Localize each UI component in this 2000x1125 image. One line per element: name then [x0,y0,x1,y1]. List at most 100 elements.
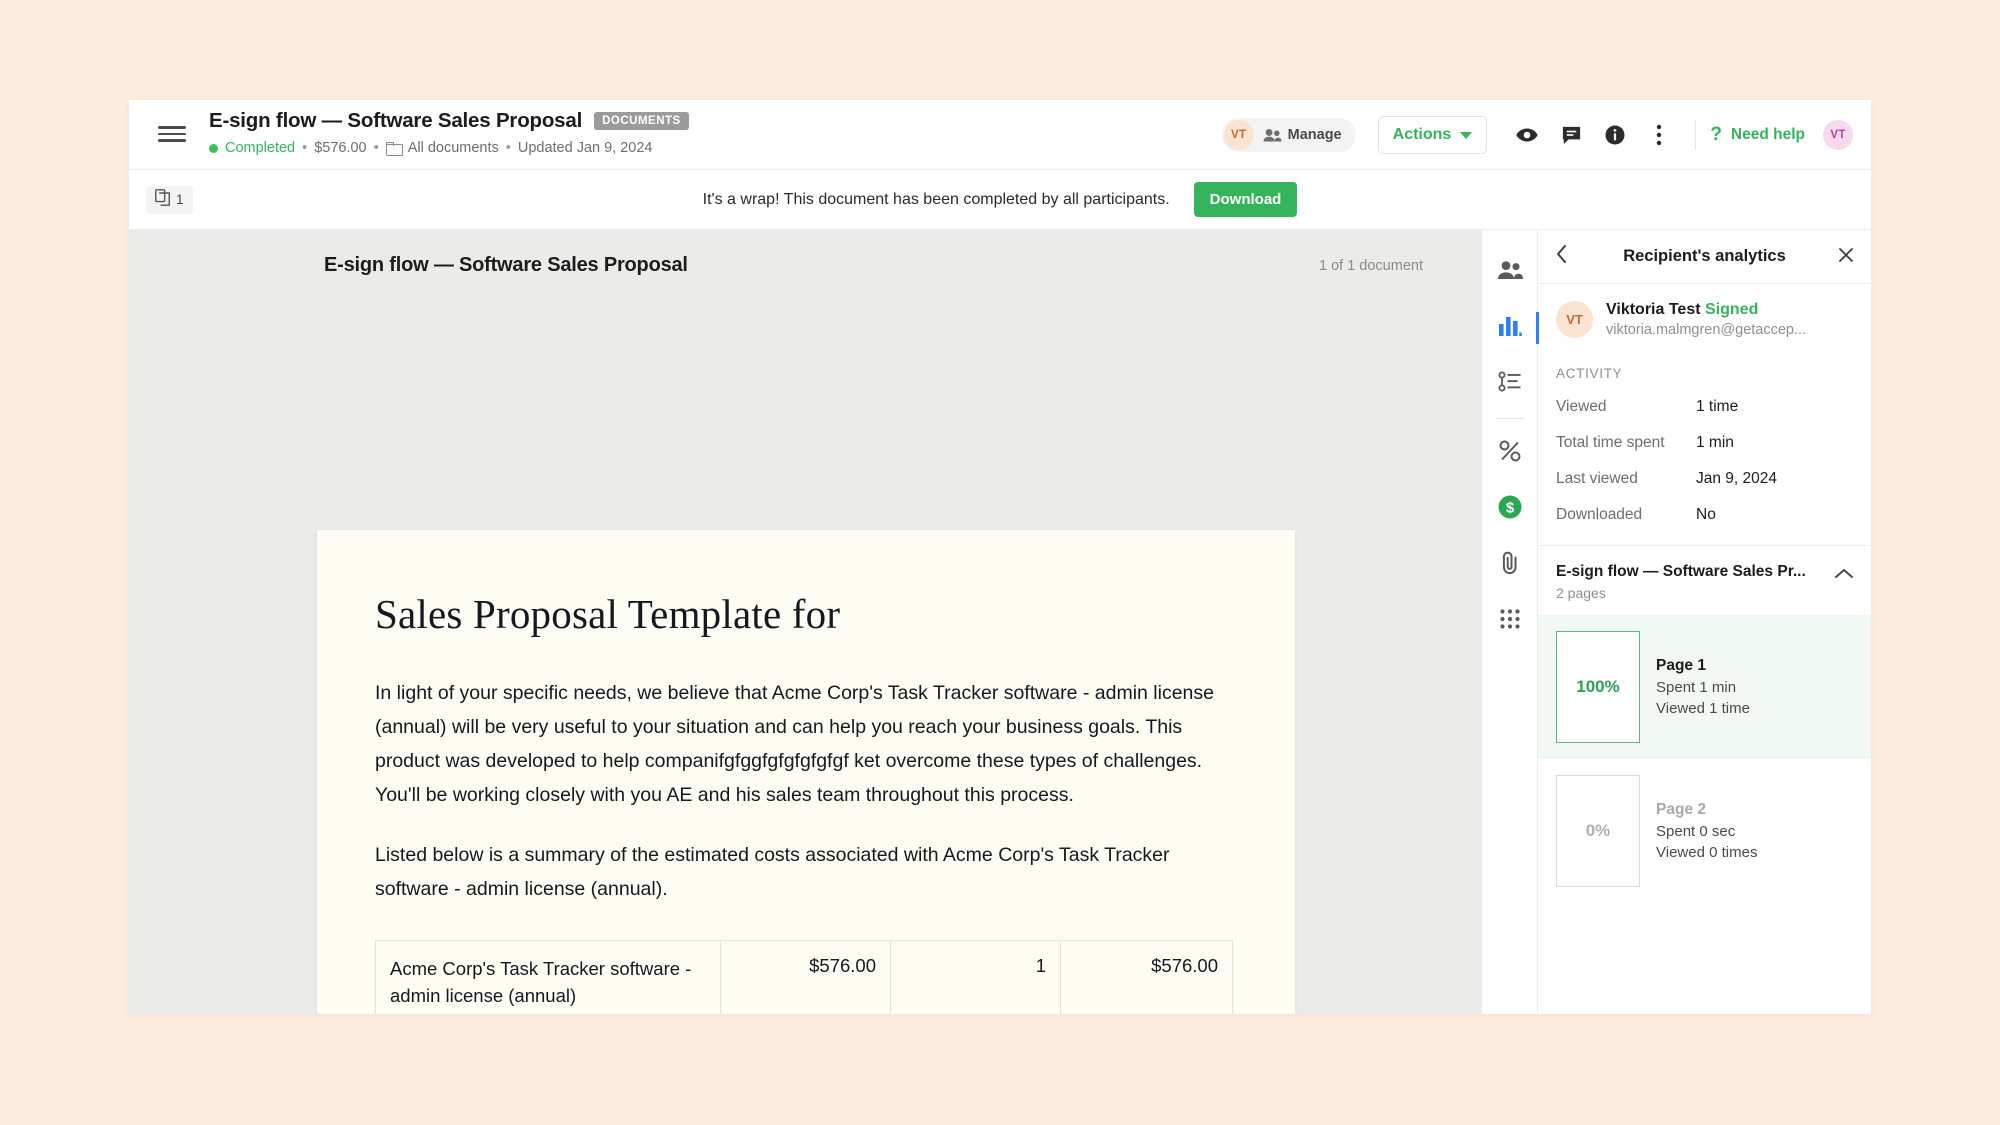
viewer-document-title: E-sign flow — Software Sales Proposal [324,254,688,276]
activity-value: 1 min [1696,434,1734,451]
activity-value: Jan 9, 2024 [1696,470,1778,487]
recipient-name-row: Viktoria Test Signed [1606,301,1806,319]
page-thumbnail: 100% [1556,631,1640,743]
need-help-label: Need help [1730,126,1805,143]
activity-row-downloaded: Downloaded No [1538,497,1871,533]
document-type-badge: DOCUMENTS [594,112,689,130]
percent-icon [1498,439,1522,468]
chevron-down-icon [1460,131,1473,139]
activity-label: Downloaded [1556,506,1643,523]
activity-value: 1 time [1696,398,1739,415]
rail-item-timeline[interactable] [1482,356,1538,412]
table-cell-price: $576.00 [720,940,891,1014]
download-button[interactable]: Download [1193,182,1298,217]
meta-separator-2: • [373,140,379,156]
svg-text:$: $ [1505,499,1514,516]
page-thumbnail: 0% [1556,775,1640,887]
dollar-circle-icon: $ [1497,494,1523,525]
sheet-paragraph: In light of your specific needs, we beli… [375,682,1214,806]
more-vertical-icon[interactable] [1642,118,1676,152]
page-title: Page 1 [1656,657,1706,674]
folder-name[interactable]: All documents [408,140,499,156]
close-icon[interactable] [1832,247,1854,267]
rail-item-pricing[interactable]: $ [1482,481,1538,537]
document-heading: E-sign flow — Software Sales Proposal DO… [209,109,689,156]
manage-label: Manage [1287,127,1342,143]
activity-label: Total time spent [1556,434,1665,451]
panel-title: Recipient's analytics [1623,247,1786,265]
sheet-title: Sales Proposal Template for [375,591,841,637]
document-pages-header[interactable]: E-sign flow — Software Sales Pr... 2 pag… [1538,545,1871,615]
document-page: Sales Proposal Template for In light of … [317,530,1295,1014]
banner-message: It's a wrap! This document has been comp… [702,190,1170,208]
icon-rail: $ [1481,230,1539,1014]
activity-row-viewed: Viewed 1 time [1538,389,1871,425]
item-name: Acme Corp's Task Tracker software - admi… [390,958,692,1006]
rail-divider [1494,418,1525,419]
page-view-count: Viewed 1 time [1656,700,1750,717]
rail-item-discount[interactable] [1482,425,1538,481]
comment-icon[interactable] [1554,118,1588,152]
status-badge: Completed [225,140,296,156]
question-mark-icon: ? [1710,124,1722,145]
people-icon [1263,128,1282,142]
viewer-header: E-sign flow — Software Sales Proposal 1 … [129,230,1481,277]
top-bar: E-sign flow — Software Sales Proposal DO… [129,100,1871,170]
rail-item-attachments[interactable] [1482,537,1538,593]
avatar[interactable]: VT [1823,120,1853,150]
chevron-up-icon[interactable] [1835,563,1853,584]
recipient-email: viktoria.malmgren@getaccep... [1606,322,1807,338]
pages-icon [155,188,170,211]
toolbar-divider [1695,120,1697,150]
avatar: VT [1223,120,1254,150]
hamburger-menu-icon[interactable] [158,123,186,145]
manage-button[interactable]: VT Manage [1221,118,1356,152]
rail-item-people[interactable] [1482,244,1538,300]
completion-banner: 1 It's a wrap! This document has been co… [129,170,1871,230]
activity-value: No [1696,506,1716,523]
paperclip-icon [1499,550,1521,581]
recipient-row: VT Viktoria Test Signed viktoria.malmgre… [1538,284,1871,354]
pages-count: 2 pages [1556,585,1606,601]
page-row[interactable]: 0% Page 2 Spent 0 sec Viewed 0 times [1538,759,1871,903]
activity-heading: ACTIVITY [1556,366,1623,381]
pages-document-title: E-sign flow — Software Sales Pr... [1556,563,1806,580]
page-count-chip[interactable]: 1 [146,185,193,214]
top-bar-actions: VT Manage Actions ? Need help VT [1221,100,1853,170]
need-help-button[interactable]: ? Need help [1710,124,1805,146]
grid-icon [1499,608,1521,635]
activity-row-time-spent: Total time spent 1 min [1538,425,1871,461]
banner-center: It's a wrap! This document has been comp… [129,182,1871,217]
page-title: Page 2 [1656,801,1706,818]
eye-icon[interactable] [1510,118,1544,152]
page-view-count: Viewed 0 times [1656,844,1758,861]
rail-item-apps[interactable] [1482,593,1538,649]
page-title: E-sign flow — Software Sales Proposal [209,109,583,132]
info-icon[interactable] [1598,118,1632,152]
status-dot-icon [209,143,218,153]
updated-timestamp: Updated Jan 9, 2024 [517,140,653,156]
meta-separator-3: • [505,140,511,156]
pricing-table: Acme Corp's Task Tracker software - admi… [375,940,1233,1014]
chevron-left-icon[interactable] [1555,244,1577,269]
recipient-name: Viktoria Test [1606,301,1701,318]
document-amount: $576.00 [314,140,367,156]
activity-row-last-viewed: Last viewed Jan 9, 2024 [1538,461,1871,497]
panel-header: Recipient's analytics [1538,230,1871,284]
recipient-status-badge: Signed [1705,301,1759,318]
page-row[interactable]: 100% Page 1 Spent 1 min Viewed 1 time [1538,615,1871,759]
document-meta: Completed • $576.00 • All documents • Up… [209,140,689,156]
body-split: E-sign flow — Software Sales Proposal 1 … [129,230,1871,1014]
sheet-paragraph: Listed below is a summary of the estimat… [375,844,1170,900]
meta-separator-1: • [302,140,308,156]
activity-label: Viewed [1556,398,1607,415]
actions-button[interactable]: Actions [1377,116,1488,154]
rail-item-analytics[interactable] [1482,300,1539,356]
page-count-value: 1 [176,192,184,207]
avatar: VT [1556,301,1593,338]
people-icon [1497,260,1523,285]
table-cell-item: Acme Corp's Task Tracker software - admi… [375,940,721,1014]
activity-label: Last viewed [1556,470,1638,487]
table-row: Acme Corp's Task Tracker software - admi… [375,940,1233,1014]
page-time-spent: Spent 0 sec [1656,823,1736,840]
